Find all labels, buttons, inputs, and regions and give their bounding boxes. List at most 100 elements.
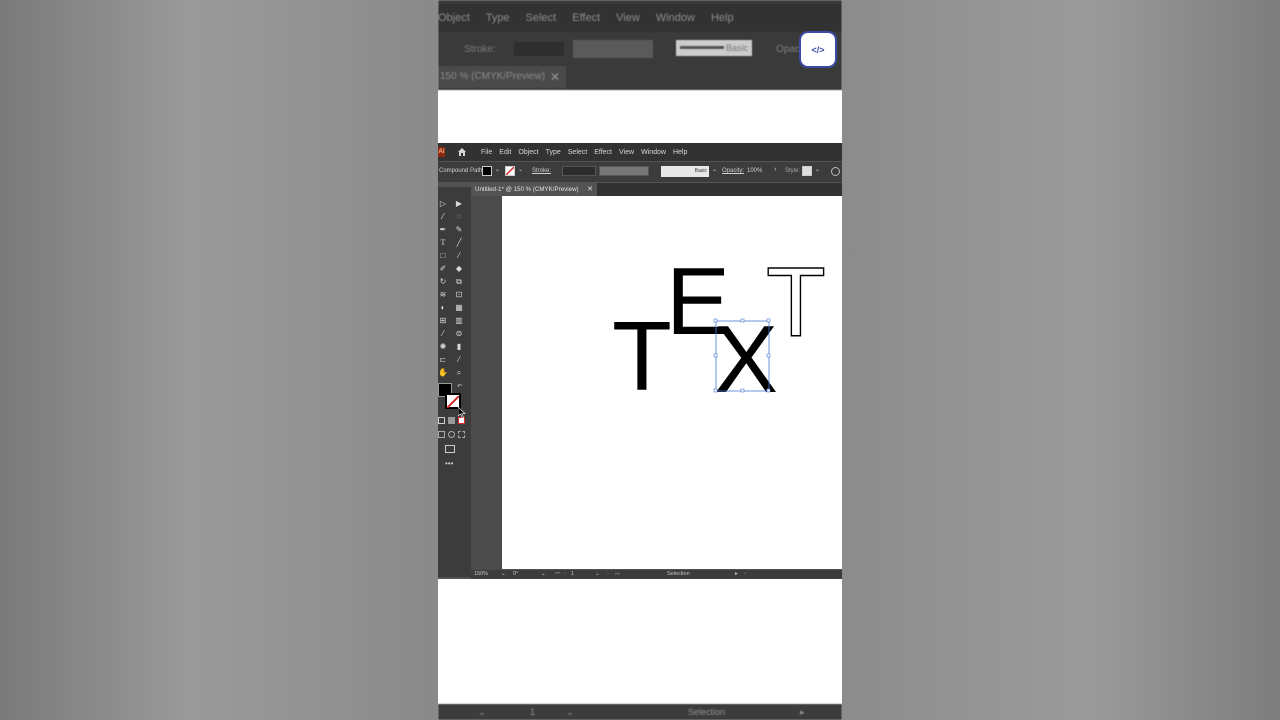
zoomed-tool-label: Selection [688, 707, 726, 717]
menu-file[interactable]: File [481, 149, 492, 156]
blend-tool-icon[interactable]: ⊜ [454, 329, 464, 339]
chevron-down-icon[interactable]: ⌄ [541, 571, 546, 577]
pencil-icon[interactable]: ✐ [438, 264, 448, 274]
gradient-mode-icon[interactable] [448, 417, 455, 424]
graphic-style-swatch[interactable] [802, 166, 812, 176]
hand-tool-icon[interactable]: ✋ [438, 368, 448, 378]
menu-select[interactable]: Select [568, 149, 587, 156]
selection-handle[interactable] [740, 388, 745, 393]
menu-type[interactable]: Type [546, 149, 561, 156]
zoomed-menubar: Object Type Select Effect View Window He… [438, 4, 842, 32]
color-mode-icon[interactable] [438, 417, 445, 424]
magic-wand-icon[interactable]: ⁄ [438, 212, 448, 222]
gradient-tool-icon[interactable]: ▥ [454, 316, 464, 326]
current-tool-label: Selection [667, 571, 690, 577]
play-icon[interactable]: ▸ [735, 571, 738, 577]
mesh-tool-icon[interactable]: ⊞ [438, 316, 448, 326]
stroke-weight-input[interactable] [562, 166, 596, 176]
width-tool-icon[interactable]: ≋ [438, 290, 448, 300]
artboard-number[interactable]: 1 [571, 571, 574, 577]
selection-handle[interactable] [713, 388, 718, 393]
zoom-level[interactable]: 150% [474, 571, 488, 577]
menu-help[interactable]: Help [673, 149, 687, 156]
previous-artboard-icon[interactable]: ‹ [564, 571, 566, 577]
artboard[interactable]: T E X T [458, 196, 842, 569]
menu-view[interactable]: View [619, 149, 634, 156]
recolor-icon[interactable] [831, 167, 840, 176]
chevron-down-icon[interactable]: ⌄ [712, 166, 717, 173]
zoomed-status-bar: ⌄ 1 ⌄ Selection ▸ [438, 704, 842, 720]
chevron-down-icon: ⌄ [478, 707, 486, 717]
mouse-cursor-icon [458, 407, 466, 419]
direct-selection-tool-icon[interactable]: ▶ [454, 199, 464, 209]
perspective-grid-icon[interactable]: ▦ [454, 303, 464, 313]
first-artboard-icon[interactable]: ⏮ [555, 571, 560, 578]
selection-tool-icon[interactable]: ▷ [438, 199, 448, 209]
close-icon[interactable]: ✕ [587, 185, 593, 193]
selection-handle[interactable] [713, 353, 718, 358]
letter-t-outline[interactable]: T [765, 246, 826, 357]
free-transform-icon[interactable]: ⊡ [454, 290, 464, 300]
fill-swatch[interactable] [482, 166, 492, 176]
curvature-tool-icon[interactable]: ✎ [454, 225, 464, 235]
rectangle-tool-icon[interactable]: □ [438, 251, 448, 261]
next-artboard-icon[interactable]: › [607, 571, 609, 577]
document-tab[interactable]: Untitled-1* @ 150 % (CMYK/Preview) ✕ [471, 183, 597, 196]
opacity-value[interactable]: 100% [747, 168, 762, 174]
slice-tool-icon[interactable]: ⁄ [454, 355, 464, 365]
chevron-down-icon[interactable]: ⌄ [815, 166, 820, 173]
opacity-label[interactable]: Opacity: [722, 168, 744, 174]
graph-tool-icon[interactable]: ▮ [454, 342, 464, 352]
close-icon: ✕ [549, 70, 560, 84]
symbol-sprayer-icon[interactable]: ✺ [438, 342, 448, 352]
selection-handle[interactable] [740, 318, 745, 323]
stroke-label[interactable]: Stroke: [532, 168, 551, 174]
illustrator-window: Ai File Edit Object Type Select Effect V… [438, 143, 842, 579]
draw-inside-icon[interactable] [458, 431, 465, 438]
no-stroke-icon [505, 166, 515, 176]
menu-window[interactable]: Window [641, 149, 666, 156]
chevron-down-icon[interactable]: ⌄ [518, 166, 523, 173]
lasso-icon[interactable]: ◌ [454, 212, 464, 222]
pen-tool-icon[interactable]: ✒ [438, 225, 448, 235]
zoomed-artboard-number: 1 [530, 707, 536, 717]
menu-edit[interactable]: Edit [499, 149, 511, 156]
eyedropper-icon[interactable]: ⁄ [438, 329, 448, 339]
zoomed-variable-width [573, 40, 653, 58]
rotation-value[interactable]: 0° [513, 571, 518, 577]
paintbrush-icon[interactable]: ⁄ [454, 251, 464, 261]
type-tool-icon[interactable]: T [438, 238, 448, 248]
more-icon[interactable]: ‹ [744, 571, 746, 577]
eraser-icon[interactable]: ◆ [454, 264, 464, 274]
rotate-tool-icon[interactable]: ↻ [438, 277, 448, 287]
chevron-down-icon[interactable]: ⌄ [595, 571, 600, 577]
control-bar: Compound Path ⌄ ⌄ Stroke: Basic ⌄ Opacit… [438, 162, 842, 182]
stroke-swatch[interactable] [505, 166, 515, 176]
last-artboard-icon[interactable]: ⏭ [615, 571, 620, 578]
zoom-tool-icon[interactable]: ⌕ [454, 368, 464, 378]
draw-normal-icon[interactable] [438, 431, 445, 438]
chevron-down-icon[interactable]: ⌄ [495, 166, 500, 173]
letter-t-filled[interactable]: T [612, 301, 672, 411]
artboard-tool-icon[interactable]: ⊏ [438, 355, 448, 365]
zoomed-control-bar: Stroke: Basic Opaci [438, 34, 842, 64]
more-tools-icon[interactable]: ••• [445, 459, 453, 468]
line-tool-icon[interactable]: ╱ [454, 238, 464, 248]
menu-effect[interactable]: Effect [594, 149, 612, 156]
zoomed-menu-item: Object [438, 12, 470, 24]
chevron-down-icon[interactable]: ⌄ [501, 571, 506, 577]
variable-width-profile[interactable] [599, 166, 649, 176]
swap-colors-icon[interactable]: ↶ [457, 383, 464, 390]
draw-behind-icon[interactable] [448, 431, 455, 438]
menu-object[interactable]: Object [518, 149, 538, 156]
selection-handle[interactable] [766, 388, 771, 393]
scale-tool-icon[interactable]: ⧉ [454, 277, 464, 287]
shape-builder-icon[interactable]: ◐ [438, 303, 448, 313]
selection-handle[interactable] [713, 318, 718, 323]
chevron-right-icon[interactable]: › [774, 166, 776, 173]
home-icon[interactable] [457, 147, 467, 157]
brush-definition[interactable]: Basic [661, 166, 709, 177]
zoomed-document-tab: 150 % (CMYK/Preview) ✕ [438, 66, 566, 88]
screen-mode-icon[interactable] [445, 445, 455, 453]
artwork: T E X T [612, 246, 827, 413]
